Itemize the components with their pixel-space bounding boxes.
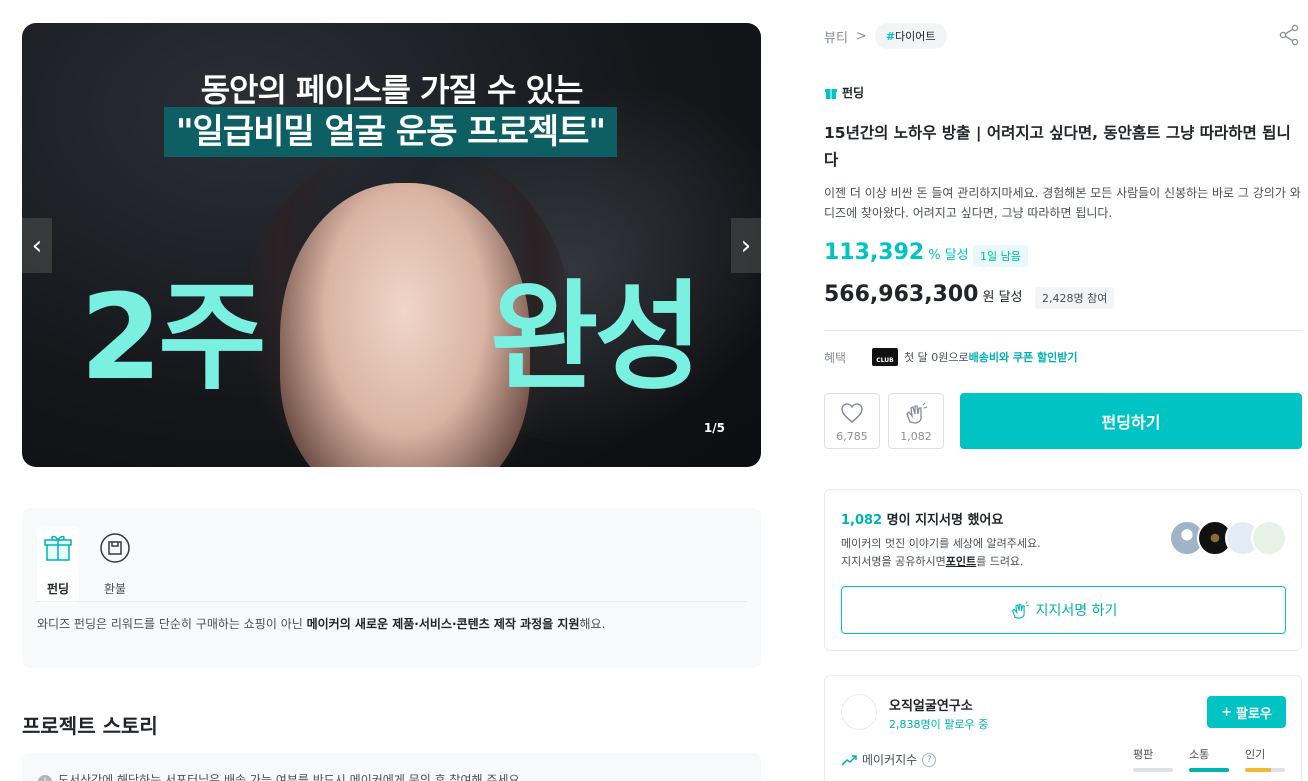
- hero-carousel[interactable]: 동안의 페이스를 가질 수 있는 "일급비밀 얼굴 운동 프로젝트" 2주 완성…: [22, 23, 761, 467]
- like-button[interactable]: 6,785: [824, 393, 880, 449]
- signature-line-2: 지지서명을 공유하시면포인트를 드려요.: [841, 553, 1041, 571]
- funded-amount: 566,963,300 원 달성: [824, 282, 1023, 307]
- sign-button[interactable]: 지지서명 하기: [841, 586, 1286, 634]
- benefit-text: 첫 달 0원으로: [904, 351, 969, 364]
- metric-fill: [1189, 768, 1229, 772]
- hero-headline-1: 동안의 페이스를 가질 수 있는: [200, 71, 584, 109]
- breadcrumb: 뷰티 > #다이어트: [824, 23, 947, 49]
- metric-popularity: 인기: [1245, 746, 1285, 772]
- signature-line-2-suffix: 를 드려요.: [976, 555, 1024, 568]
- signature-headline-suffix: 명이 지지서명 했어요: [882, 513, 1004, 528]
- signature-line-1: 메이커의 멋진 이야기를 세상에 알려주세요.: [841, 537, 1041, 550]
- metric-label: 소통: [1189, 748, 1210, 761]
- carousel-next-button[interactable]: ›: [731, 218, 761, 273]
- fund-button[interactable]: 펀딩하기: [960, 393, 1302, 449]
- maker-card: 오직얼굴연구소 2,838명이 팔로우 중 + 팔로우 메이커지수 ? 평판 소…: [824, 675, 1302, 781]
- metric-fill: [1245, 768, 1271, 772]
- project-summary: 이젠 더 이상 비싼 돈 들여 관리하지마세요. 경험해본 모든 사람들이 신봉…: [824, 186, 1301, 220]
- achievement-value: 113,392: [824, 240, 925, 265]
- signature-point-text: 포인트: [945, 555, 977, 568]
- metric-communication: 소통: [1189, 746, 1229, 772]
- help-icon[interactable]: ?: [922, 752, 937, 767]
- follow-button-label: 팔로우: [1236, 706, 1272, 722]
- cheer-count: 1,082: [900, 430, 932, 443]
- maker-index: 메이커지수 ?: [841, 751, 937, 768]
- chevron-right-icon: ›: [740, 230, 752, 261]
- participants-badge: 2,428명 참여: [1035, 287, 1115, 309]
- maker-name[interactable]: 오직얼굴연구소: [889, 695, 973, 714]
- chevron-left-icon: ‹: [31, 230, 43, 261]
- carousel-pager: 1/5: [703, 421, 725, 435]
- metric-label: 평판: [1133, 748, 1154, 761]
- heart-icon: [841, 403, 863, 423]
- project-title: 15년간의 노하우 방출 | 어려지고 싶다면, 동안홈트 그냥 따라하면 됩니…: [824, 124, 1291, 169]
- maker-logo[interactable]: [841, 694, 877, 730]
- achievement-rate: 113,392 % 달성: [824, 240, 969, 265]
- tag-hash: #: [885, 30, 896, 43]
- metric-bar: [1189, 768, 1229, 772]
- carousel-prev-button[interactable]: ‹: [22, 218, 52, 273]
- supporter-avatars: [1169, 520, 1287, 558]
- funding-info-box: 펀딩 환불 와디즈 펀딩은 리워드를 단순히 구매하는 쇼핑이 아닌 메이커의 …: [22, 508, 761, 668]
- metric-label: 인기: [1245, 748, 1266, 761]
- follow-button[interactable]: + 팔로우: [1207, 696, 1286, 728]
- trend-up-icon: [841, 754, 857, 766]
- signature-line-2-prefix: 지지서명을 공유하시면: [841, 555, 946, 568]
- info-tab-refund[interactable]: 환불: [94, 526, 136, 597]
- info-tab-funding-label: 펀딩: [46, 582, 70, 596]
- cheer-button[interactable]: 1,082: [888, 393, 944, 449]
- amount-unit: 원 달성: [982, 290, 1023, 305]
- breadcrumb-category[interactable]: 뷰티: [824, 27, 848, 46]
- divider: [824, 330, 1302, 331]
- share-icon[interactable]: [1278, 24, 1300, 46]
- benefit-label: 혜택: [824, 350, 847, 365]
- metric-bar: [1245, 768, 1285, 772]
- amount-value: 566,963,300: [824, 282, 979, 307]
- club-badge-icon: CLUB: [872, 348, 898, 366]
- info-tab-funding[interactable]: 펀딩: [37, 526, 79, 604]
- story-title: 프로젝트 스토리: [22, 714, 158, 738]
- plus-icon: +: [1221, 704, 1232, 720]
- info-description: 와디즈 펀딩은 리워드를 단순히 구매하는 쇼핑이 아닌 메이커의 새로운 제품…: [37, 615, 605, 632]
- tag-label: 다이어트: [895, 30, 936, 43]
- metric-reputation: 평판: [1133, 746, 1173, 772]
- signature-count: 1,082: [841, 513, 883, 528]
- info-desc-prefix: 와디즈 펀딩은 리워드를 단순히 구매하는 쇼핑이 아닌: [37, 617, 307, 631]
- info-divider: [36, 601, 747, 602]
- sign-button-label: 지지서명 하기: [1035, 603, 1118, 619]
- info-icon: !: [38, 775, 52, 781]
- shipping-notice-text: 도서산간에 해당하는 서포터님은 배송 가능 여부를 반드시 메이커에게 문의 …: [58, 773, 524, 781]
- breadcrumb-separator: >: [855, 28, 867, 44]
- refund-icon: [100, 533, 130, 563]
- category-tag[interactable]: #다이어트: [874, 23, 947, 49]
- maker-followers: 2,838명이 팔로우 중: [889, 718, 989, 731]
- like-count: 6,785: [836, 430, 868, 443]
- project-type-label: 펀딩: [824, 84, 864, 101]
- info-desc-suffix: 해요.: [579, 617, 606, 631]
- achievement-unit: % 달성: [928, 248, 969, 263]
- gift-icon: [44, 535, 72, 561]
- signature-headline: 1,082 명이 지지서명 했어요: [841, 509, 1003, 528]
- benefit-highlight[interactable]: 배송비와 쿠폰 할인받기: [969, 349, 1078, 365]
- hero-big-right: 완성: [490, 268, 703, 406]
- clap-icon: [1011, 601, 1029, 619]
- gift-small-icon: [825, 88, 837, 99]
- shipping-notice: ! 도서산간에 해당하는 서포터님은 배송 가능 여부를 반드시 메이커에게 문의…: [22, 753, 761, 781]
- days-left-badge: 1일 남음: [973, 245, 1028, 267]
- signature-description: 메이커의 멋진 이야기를 세상에 알려주세요. 지지서명을 공유하시면포인트를 …: [841, 535, 1041, 571]
- info-tab-refund-label: 환불: [103, 582, 127, 596]
- benefit-row[interactable]: 혜택 CLUB 첫 달 0원으로 배송비와 쿠폰 할인받기: [824, 348, 1077, 366]
- info-desc-bold: 메이커의 새로운 제품·서비스·콘텐츠 제작 과정을 지원: [306, 617, 580, 631]
- clap-icon: [906, 402, 928, 424]
- hero-headline-2: "일급비밀 얼굴 운동 프로젝트": [164, 107, 617, 157]
- avatar: [1251, 520, 1287, 556]
- maker-index-label: 메이커지수: [862, 753, 918, 767]
- metric-bar: [1133, 768, 1173, 772]
- signature-card: 1,082 명이 지지서명 했어요 메이커의 멋진 이야기를 세상에 알려주세요…: [824, 489, 1302, 651]
- hero-big-left: 2주: [80, 268, 267, 406]
- project-type-text: 펀딩: [842, 86, 865, 100]
